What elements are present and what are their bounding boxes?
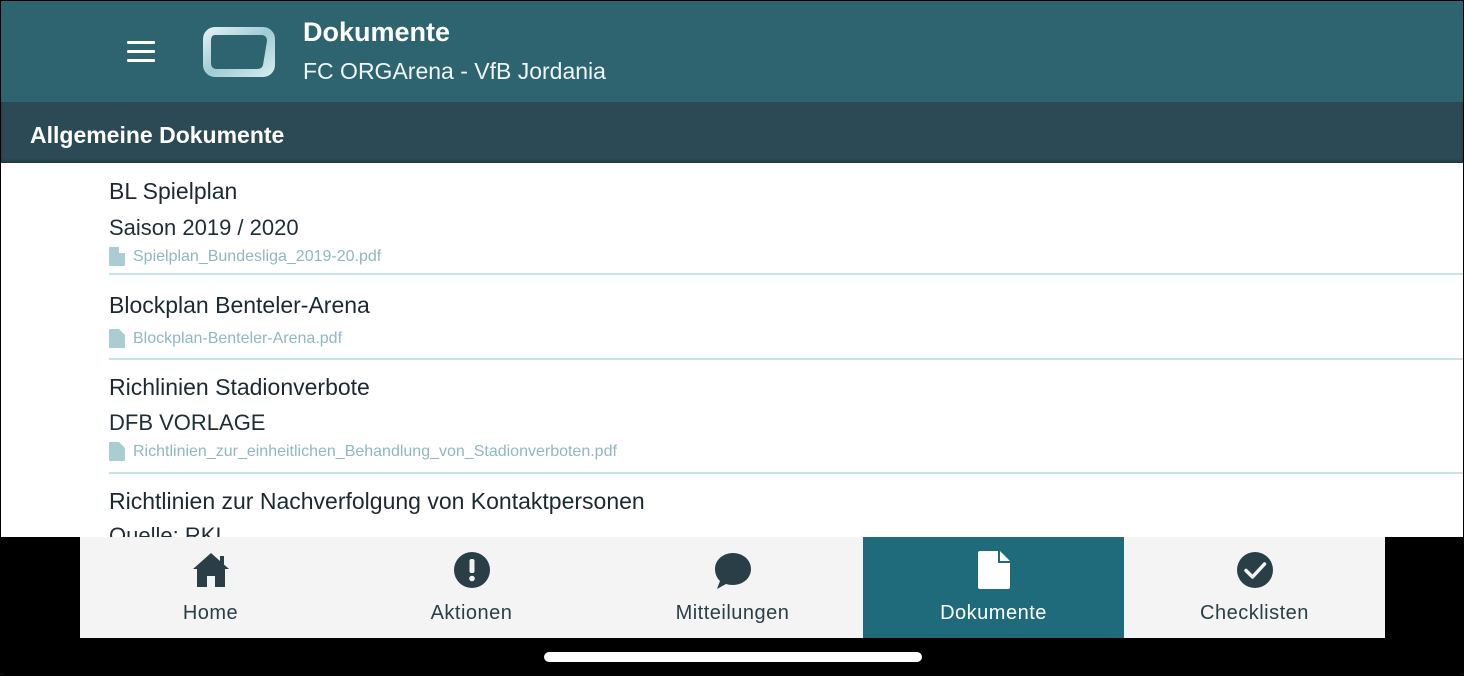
document-title: BL Spielplan — [109, 178, 238, 204]
top-app-bar: Dokumente FC ORGArena - VfB Jordania — [1, 1, 1463, 102]
document-list: BL Spielplan Saison 2019 / 2020 Spielpla… — [1, 163, 1463, 537]
app-logo — [203, 27, 275, 77]
tab-label: Mitteilungen — [675, 602, 790, 624]
document-title: Richtlinien zur Nachverfolgung von Konta… — [109, 488, 645, 514]
document-file[interactable]: Blockplan-Benteler-Arena.pdf — [109, 329, 342, 348]
tab-checklisten[interactable]: Checklisten — [1124, 537, 1385, 638]
tab-label: Checklisten — [1200, 602, 1309, 624]
chat-bubble-icon — [714, 553, 751, 589]
file-icon — [109, 442, 125, 461]
app-screen: Dokumente FC ORGArena - VfB Jordania All… — [1, 1, 1463, 675]
home-icon — [192, 553, 229, 587]
page-subtitle: FC ORGArena - VfB Jordania — [303, 58, 606, 84]
tab-label: Home — [182, 602, 239, 624]
tab-aktionen[interactable]: Aktionen — [341, 537, 602, 638]
section-title: Allgemeine Dokumente — [30, 122, 285, 148]
page-title: Dokumente — [303, 17, 451, 47]
document-icon — [977, 551, 1010, 589]
document-title: Richlinien Stadionverbote — [109, 374, 370, 400]
document-filename: Richtlinien_zur_einheitlichen_Behandlung… — [133, 442, 617, 460]
tab-label: Dokumente — [940, 602, 1047, 624]
file-icon — [109, 247, 125, 266]
check-circle-icon — [1236, 552, 1273, 588]
file-icon — [109, 329, 125, 348]
document-title: Blockplan Benteler-Arena — [109, 292, 370, 318]
document-subtitle: DFB VORLAGE — [109, 410, 266, 435]
bottom-tab-bar: Home Aktionen Mitteilungen Dokumente Che… — [80, 537, 1385, 638]
tab-dokumente[interactable]: Dokumente — [863, 537, 1124, 638]
document-file[interactable]: Spielplan_Bundesliga_2019-20.pdf — [109, 247, 381, 266]
document-subtitle: Quelle: RKI — [109, 523, 222, 537]
hamburger-menu-icon[interactable] — [111, 29, 171, 73]
tab-label: Aktionen — [430, 602, 513, 624]
tab-mitteilungen[interactable]: Mitteilungen — [602, 537, 863, 638]
document-filename: Blockplan-Benteler-Arena.pdf — [133, 329, 343, 347]
section-header: Allgemeine Dokumente — [1, 102, 1463, 163]
document-item[interactable]: BL Spielplan Saison 2019 / 2020 Spielpla… — [109, 163, 1463, 275]
document-item[interactable]: Blockplan Benteler-Arena Blockplan-Bente… — [109, 275, 1463, 360]
document-filename: Spielplan_Bundesliga_2019-20.pdf — [133, 247, 382, 265]
document-subtitle: Saison 2019 / 2020 — [109, 215, 299, 240]
document-item[interactable]: Richtlinien zur Nachverfolgung von Konta… — [109, 474, 1463, 537]
exclamation-circle-icon — [453, 552, 490, 588]
document-file[interactable]: Richtlinien_zur_einheitlichen_Behandlung… — [109, 442, 617, 461]
home-indicator[interactable] — [544, 652, 922, 662]
document-item[interactable]: Richlinien Stadionverbote DFB VORLAGE Ri… — [109, 360, 1463, 474]
tab-home[interactable]: Home — [80, 537, 341, 638]
